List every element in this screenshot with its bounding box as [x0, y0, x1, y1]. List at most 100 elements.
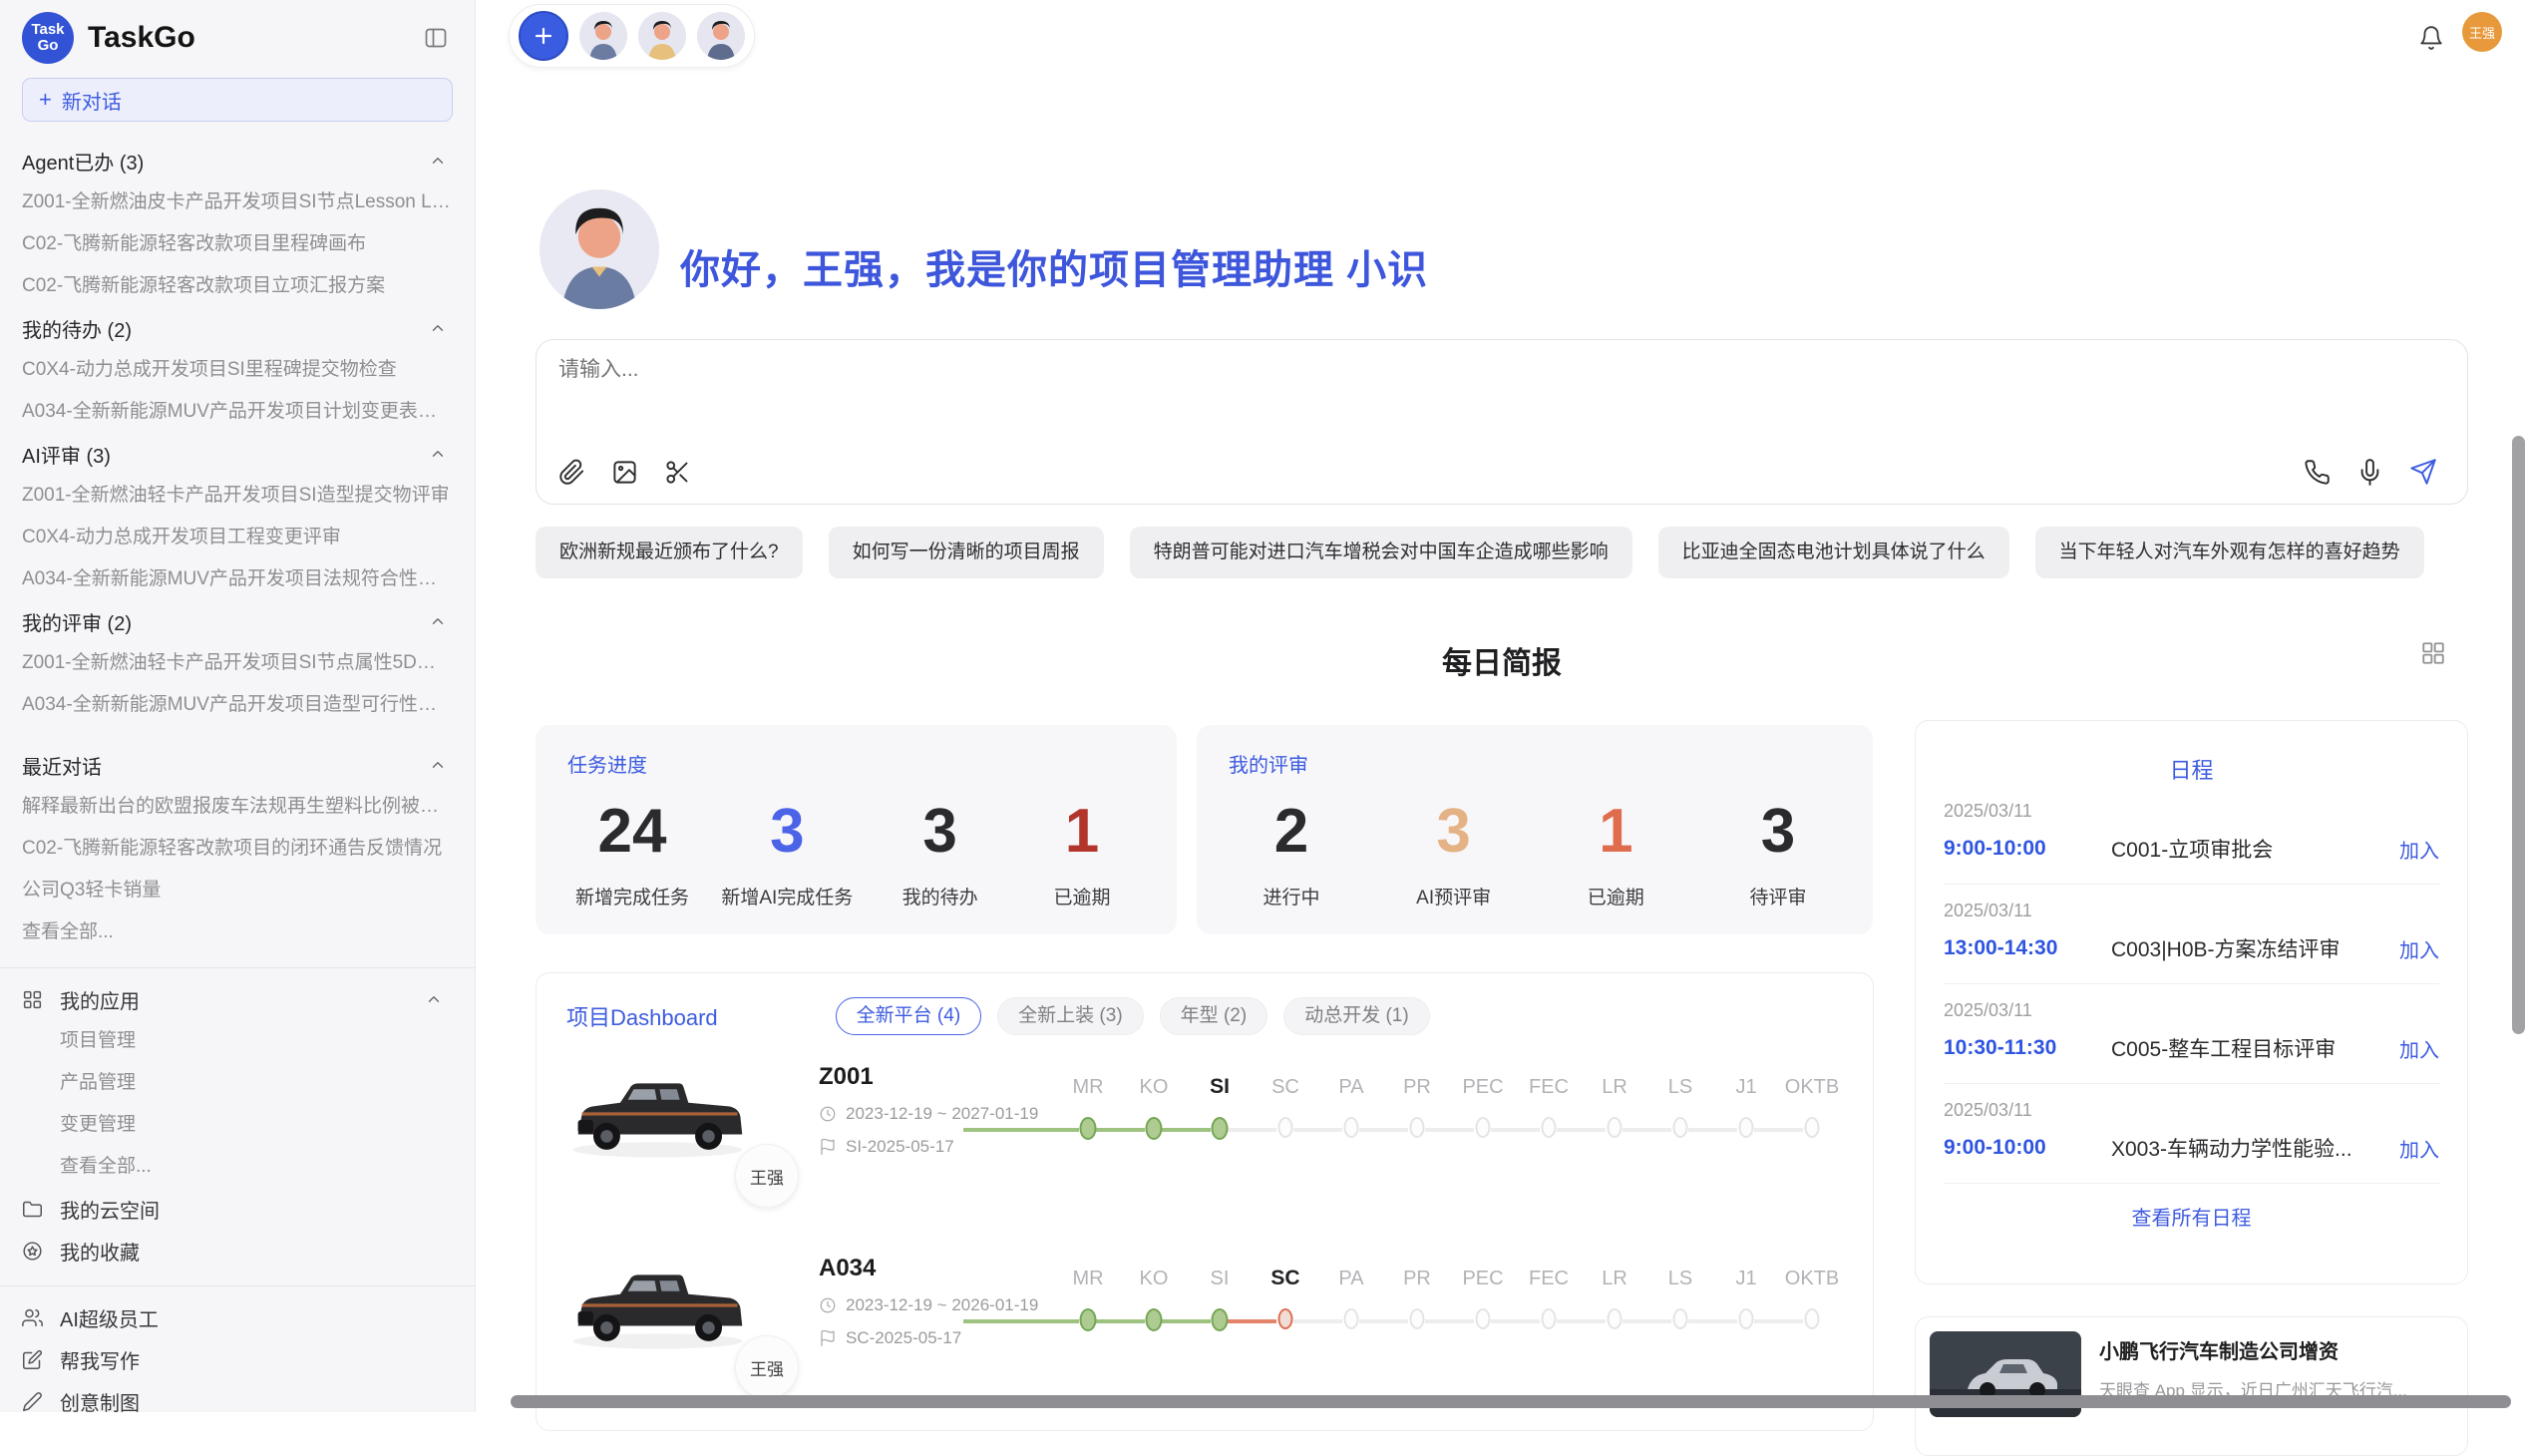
- milestone[interactable]: SI: [1187, 1073, 1253, 1147]
- chevron-up-icon[interactable]: [429, 612, 447, 630]
- vertical-scrollbar[interactable]: [2512, 436, 2525, 1034]
- milestone[interactable]: SC: [1253, 1073, 1318, 1147]
- app-item[interactable]: 查看全部...: [22, 1146, 453, 1188]
- sidebar-item-writing[interactable]: 帮我写作: [22, 1338, 453, 1380]
- milestone[interactable]: SC: [1253, 1265, 1318, 1338]
- bell-icon[interactable]: [2418, 24, 2444, 52]
- stat-item[interactable]: 3 AI预评审: [1399, 796, 1509, 910]
- milestone[interactable]: OKTB: [1779, 1073, 1845, 1147]
- stat-item[interactable]: 24 新增完成任务: [575, 796, 689, 910]
- sidebar-item-drawing[interactable]: 创意制图: [22, 1380, 453, 1422]
- app-item[interactable]: 变更管理: [22, 1104, 453, 1146]
- stat-item[interactable]: 1 已逾期: [1561, 796, 1670, 910]
- suggestion-chip[interactable]: 特朗普可能对进口汽车增税会对中国车企造成哪些影响: [1130, 527, 1632, 578]
- milestone[interactable]: MR: [1055, 1073, 1121, 1147]
- chevron-up-icon[interactable]: [425, 990, 447, 1008]
- sidebar-task-item[interactable]: C02-飞腾新能源轻客改款项目立项汇报方案: [22, 265, 453, 307]
- milestone[interactable]: PEC: [1450, 1265, 1516, 1338]
- image-icon[interactable]: [611, 459, 638, 486]
- panel-collapse-icon[interactable]: [423, 26, 449, 50]
- milestone[interactable]: MR: [1055, 1265, 1121, 1338]
- suggestion-chip[interactable]: 当下年轻人对汽车外观有怎样的喜好趋势: [2035, 527, 2424, 578]
- sidebar-item-favorites[interactable]: 我的收藏: [22, 1230, 453, 1272]
- sidebar-task-item[interactable]: A034-全新新能源MUV产品开发项目计划变更表编写: [22, 391, 453, 433]
- milestone[interactable]: KO: [1121, 1073, 1187, 1147]
- sidebar-task-item[interactable]: Z001-全新燃油皮卡产品开发项目SI节点Lesson Learn报告: [22, 182, 453, 223]
- suggestion-chip[interactable]: 比亚迪全固态电池计划具体说了什么: [1658, 527, 2009, 578]
- sidebar-item-cloud-space[interactable]: 我的云空间: [22, 1188, 453, 1230]
- milestone[interactable]: OKTB: [1779, 1265, 1845, 1338]
- user-avatar[interactable]: 王强: [2462, 12, 2502, 52]
- recent-chat-item[interactable]: 查看全部...: [22, 911, 453, 953]
- join-button[interactable]: 加入: [2399, 835, 2439, 864]
- view-all-schedule-link[interactable]: 查看所有日程: [1944, 1202, 2439, 1231]
- chat-input[interactable]: [558, 358, 1955, 382]
- stat-item[interactable]: 3 待评审: [1723, 796, 1833, 910]
- join-button[interactable]: 加入: [2399, 1134, 2439, 1163]
- milestone[interactable]: KO: [1121, 1265, 1187, 1338]
- app-item[interactable]: 产品管理: [22, 1062, 453, 1104]
- dashboard-tab[interactable]: 年型 (2): [1160, 997, 1268, 1035]
- scissors-icon[interactable]: [664, 459, 691, 486]
- paperclip-icon[interactable]: [558, 459, 585, 486]
- recent-chat-item[interactable]: 解释最新出台的欧盟报废车法规再生塑料比例被调至15%...: [22, 786, 453, 828]
- dashboard-tab[interactable]: 动总开发 (1): [1283, 997, 1430, 1035]
- sidebar-item-ai-staff[interactable]: AI超级员工: [22, 1296, 453, 1338]
- sidebar-task-item[interactable]: C0X4-动力总成开发项目SI里程碑提交物检查: [22, 349, 453, 391]
- milestone[interactable]: J1: [1713, 1265, 1779, 1338]
- suggestion-chip[interactable]: 欧洲新规最近颁布了什么?: [536, 527, 803, 578]
- sidebar-section-header[interactable]: 我的评审 (2): [22, 600, 453, 642]
- member-avatar[interactable]: [579, 12, 627, 60]
- stat-item[interactable]: 1 已逾期: [1027, 796, 1137, 910]
- milestone[interactable]: LR: [1582, 1073, 1647, 1147]
- join-button[interactable]: 加入: [2399, 934, 2439, 963]
- phone-icon[interactable]: [2304, 459, 2331, 486]
- horizontal-scrollbar[interactable]: [511, 1395, 2511, 1408]
- stat-item[interactable]: 3 新增AI完成任务: [721, 796, 853, 910]
- sidebar-section-header[interactable]: AI评审 (3): [22, 433, 453, 475]
- stat-item[interactable]: 3 我的待办: [886, 796, 995, 910]
- add-member-button[interactable]: [519, 11, 568, 61]
- member-avatar[interactable]: [697, 12, 745, 60]
- milestone[interactable]: PA: [1318, 1265, 1384, 1338]
- milestone[interactable]: FEC: [1516, 1073, 1582, 1147]
- milestone[interactable]: LR: [1582, 1265, 1647, 1338]
- milestone[interactable]: PR: [1384, 1265, 1450, 1338]
- project-name[interactable]: A034: [819, 1255, 1053, 1282]
- milestone[interactable]: LS: [1647, 1073, 1713, 1147]
- sidebar-task-item[interactable]: C0X4-动力总成开发项目工程变更评审: [22, 517, 453, 558]
- suggestion-chip[interactable]: 如何写一份清晰的项目周报: [829, 527, 1104, 578]
- chevron-up-icon[interactable]: [429, 319, 447, 337]
- sidebar-task-item[interactable]: Z001-全新燃油轻卡产品开发项目SI造型提交物评审: [22, 475, 453, 517]
- milestone[interactable]: LS: [1647, 1265, 1713, 1338]
- recent-chat-item[interactable]: C02-飞腾新能源轻客改款项目的闭环通告反馈情况: [22, 828, 453, 870]
- sidebar-section-header[interactable]: 我的待办 (2): [22, 307, 453, 349]
- new-chat-button[interactable]: + 新对话: [22, 78, 453, 122]
- dashboard-tab[interactable]: 全新上装 (3): [997, 997, 1144, 1035]
- chevron-up-icon[interactable]: [429, 152, 447, 170]
- news-card[interactable]: 小鹏飞行汽车制造公司增资 天眼查 App 显示，近日广州汇天飞行汽...: [1915, 1316, 2468, 1456]
- stat-item[interactable]: 2 进行中: [1237, 796, 1346, 910]
- milestone[interactable]: PEC: [1450, 1073, 1516, 1147]
- send-icon[interactable]: [2409, 458, 2437, 486]
- chevron-up-icon[interactable]: [429, 756, 447, 774]
- sidebar-task-item[interactable]: A034-全新新能源MUV产品开发项目造型可行性评审: [22, 684, 453, 726]
- project-name[interactable]: Z001: [819, 1063, 1053, 1091]
- dashboard-tab[interactable]: 全新平台 (4): [836, 997, 982, 1035]
- recent-chats-header[interactable]: 最近对话: [22, 744, 453, 786]
- sidebar-section-header[interactable]: Agent已办 (3): [22, 140, 453, 182]
- sidebar-task-item[interactable]: A034-全新新能源MUV产品开发项目法规符合性评审: [22, 558, 453, 600]
- sidebar-item-my-apps[interactable]: 我的应用: [22, 978, 453, 1020]
- milestone[interactable]: PA: [1318, 1073, 1384, 1147]
- microphone-icon[interactable]: [2356, 459, 2383, 486]
- milestone[interactable]: FEC: [1516, 1265, 1582, 1338]
- recent-chat-item[interactable]: 公司Q3轻卡销量: [22, 870, 453, 911]
- milestone[interactable]: PR: [1384, 1073, 1450, 1147]
- app-item[interactable]: 项目管理: [22, 1020, 453, 1062]
- member-avatar[interactable]: [638, 12, 686, 60]
- layout-grid-icon[interactable]: [2420, 640, 2446, 666]
- milestone[interactable]: SI: [1187, 1265, 1253, 1338]
- sidebar-task-item[interactable]: C02-飞腾新能源轻客改款项目里程碑画布: [22, 223, 453, 265]
- join-button[interactable]: 加入: [2399, 1034, 2439, 1063]
- milestone[interactable]: J1: [1713, 1073, 1779, 1147]
